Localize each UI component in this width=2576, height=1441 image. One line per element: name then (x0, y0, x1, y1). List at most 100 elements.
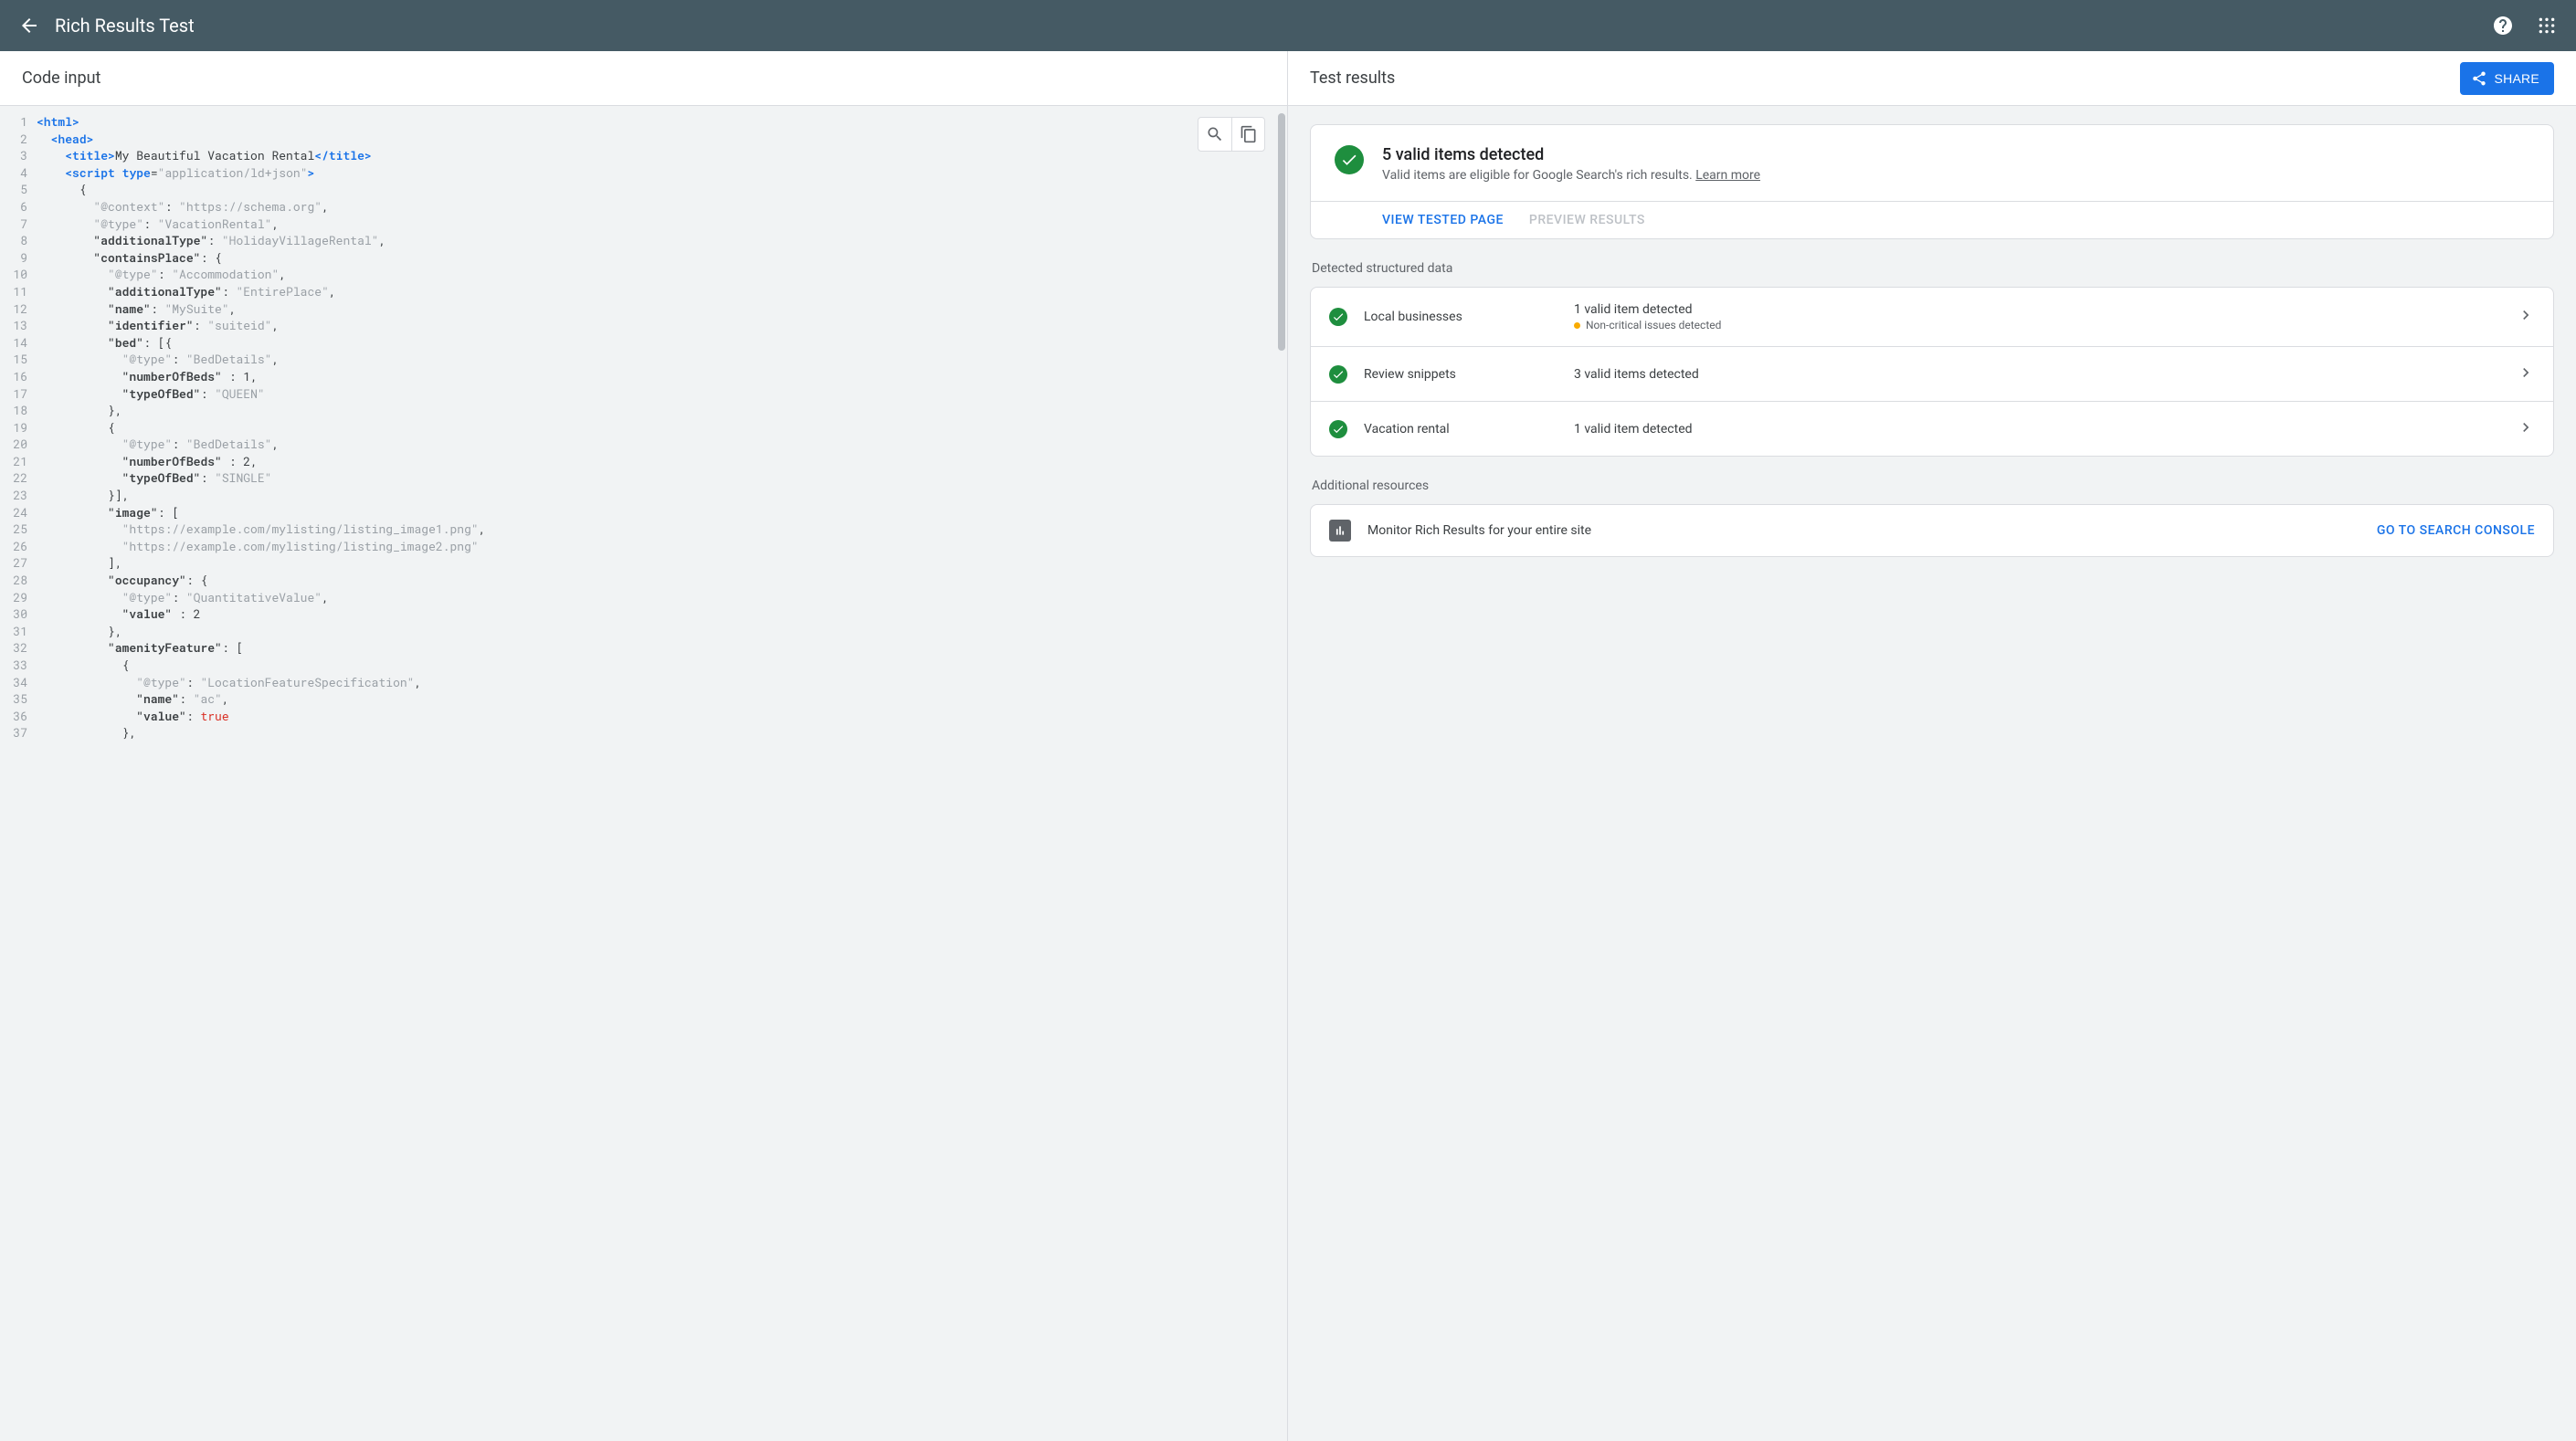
detected-item-row[interactable]: Local businesses1 valid item detectedNon… (1311, 288, 2553, 346)
copy-code-button[interactable] (1231, 118, 1264, 151)
back-button[interactable] (11, 7, 48, 44)
line-number: 6 (0, 198, 37, 216)
summary-text: 5 valid items detected Valid items are e… (1382, 145, 1760, 183)
line-number: 11 (0, 283, 37, 300)
summary-sub: Valid items are eligible for Google Sear… (1382, 168, 1760, 183)
detected-item-row[interactable]: Vacation rental1 valid item detected (1311, 401, 2553, 456)
code-line: 37 }, (0, 724, 1287, 742)
line-content: "@type": "BedDetails", (37, 436, 1287, 453)
resource-text: Monitor Rich Results for your entire sit… (1367, 523, 2377, 538)
view-tested-page-button[interactable]: VIEW TESTED PAGE (1382, 213, 1504, 227)
summary-actions: VIEW TESTED PAGE PREVIEW RESULTS (1311, 201, 2553, 238)
code-input-pane: Code input 1<html>2 <head>3 <title>My Be… (0, 51, 1288, 1441)
code-line: 17 "typeOfBed": "QUEEN" (0, 385, 1287, 403)
code-line: 24 "image": [ (0, 504, 1287, 521)
line-content: <script type="application/ld+json"> (37, 164, 1287, 182)
detected-item-warning: Non-critical issues detected (1574, 319, 2517, 331)
line-number: 17 (0, 385, 37, 403)
line-content: "@type": "VacationRental", (37, 216, 1287, 233)
code-line: 31 }, (0, 623, 1287, 640)
share-icon (2471, 70, 2487, 87)
detected-section-label: Detected structured data (1312, 261, 2552, 276)
line-content: "numberOfBeds" : 2, (37, 453, 1287, 470)
line-content: { (37, 181, 1287, 198)
line-content: "@type": "QuantitativeValue", (37, 589, 1287, 606)
line-content: "value": true (37, 708, 1287, 725)
detected-item-row[interactable]: Review snippets3 valid items detected (1311, 346, 2553, 401)
line-number: 5 (0, 181, 37, 198)
code-line: 23 }], (0, 487, 1287, 504)
learn-more-link[interactable]: Learn more (1695, 168, 1760, 183)
line-content: "additionalType": "EntirePlace", (37, 283, 1287, 300)
line-number: 37 (0, 724, 37, 742)
line-content: "additionalType": "HolidayVillageRental"… (37, 232, 1287, 249)
code-line: 28 "occupancy": { (0, 572, 1287, 589)
code-input-title: Code input (22, 68, 100, 88)
share-button[interactable]: SHARE (2460, 62, 2554, 95)
line-content: "containsPlace": { (37, 249, 1287, 267)
line-number: 9 (0, 249, 37, 267)
code-line: 2 <head> (0, 131, 1287, 148)
apps-button[interactable] (2528, 7, 2565, 44)
code-line: 18 }, (0, 402, 1287, 419)
line-content: "typeOfBed": "SINGLE" (37, 469, 1287, 487)
line-content: "name": "MySuite", (37, 300, 1287, 318)
line-number: 15 (0, 351, 37, 368)
resource-card: Monitor Rich Results for your entire sit… (1310, 504, 2554, 557)
summary-card: 5 valid items detected Valid items are e… (1310, 124, 2554, 239)
code-editor[interactable]: 1<html>2 <head>3 <title>My Beautiful Vac… (0, 106, 1287, 1441)
detected-item-status: 1 valid item detectedNon-critical issues… (1574, 302, 2517, 331)
search-icon (1206, 125, 1224, 143)
scrollbar-thumb[interactable] (1278, 113, 1285, 351)
line-number: 26 (0, 538, 37, 555)
line-content: "identifier": "suiteid", (37, 317, 1287, 334)
line-number: 14 (0, 334, 37, 352)
code-line: 10 "@type": "Accommodation", (0, 266, 1287, 283)
code-line: 11 "additionalType": "EntirePlace", (0, 283, 1287, 300)
code-line: 8 "additionalType": "HolidayVillageRenta… (0, 232, 1287, 249)
help-button[interactable] (2485, 7, 2521, 44)
line-number: 10 (0, 266, 37, 283)
summary-headline: 5 valid items detected (1382, 145, 1760, 164)
code-line: 7 "@type": "VacationRental", (0, 216, 1287, 233)
search-console-link[interactable]: GO TO SEARCH CONSOLE (2377, 523, 2535, 538)
code-line: 29 "@type": "QuantitativeValue", (0, 589, 1287, 606)
right-pane-header: Test results SHARE (1288, 51, 2576, 106)
search-code-button[interactable] (1198, 118, 1231, 151)
line-content: "https://example.com/mylisting/listing_i… (37, 521, 1287, 538)
line-content: "name": "ac", (37, 690, 1287, 708)
line-content: "@type": "Accommodation", (37, 266, 1287, 283)
detected-item-name: Review snippets (1364, 367, 1574, 382)
line-content: "@type": "BedDetails", (37, 351, 1287, 368)
code-line: 1<html> (0, 113, 1287, 131)
line-number: 21 (0, 453, 37, 470)
code-line: 9 "containsPlace": { (0, 249, 1287, 267)
code-line: 3 <title>My Beautiful Vacation Rental</t… (0, 147, 1287, 164)
code-line: 25 "https://example.com/mylisting/listin… (0, 521, 1287, 538)
line-number: 13 (0, 317, 37, 334)
line-content: <head> (37, 131, 1287, 148)
results-title: Test results (1310, 68, 1395, 88)
check-icon (1329, 365, 1347, 384)
line-number: 1 (0, 113, 37, 131)
code-line: 6 "@context": "https://schema.org", (0, 198, 1287, 216)
line-content: "value" : 2 (37, 605, 1287, 623)
share-label: SHARE (2495, 71, 2539, 86)
code-line: 34 "@type": "LocationFeatureSpecificatio… (0, 674, 1287, 691)
line-number: 3 (0, 147, 37, 164)
line-content: }, (37, 724, 1287, 742)
preview-results-button: PREVIEW RESULTS (1529, 213, 1645, 227)
app-bar: Rich Results Test (0, 0, 2576, 51)
app-title: Rich Results Test (55, 15, 2485, 37)
line-number: 7 (0, 216, 37, 233)
line-content: }], (37, 487, 1287, 504)
line-number: 29 (0, 589, 37, 606)
scrollbar[interactable] (1278, 113, 1285, 1434)
line-content: "bed": [{ (37, 334, 1287, 352)
detected-item-name: Vacation rental (1364, 422, 1574, 437)
code-line: 21 "numberOfBeds" : 2, (0, 453, 1287, 470)
code-toolbar (1198, 117, 1265, 152)
line-number: 23 (0, 487, 37, 504)
code-line: 30 "value" : 2 (0, 605, 1287, 623)
line-number: 24 (0, 504, 37, 521)
